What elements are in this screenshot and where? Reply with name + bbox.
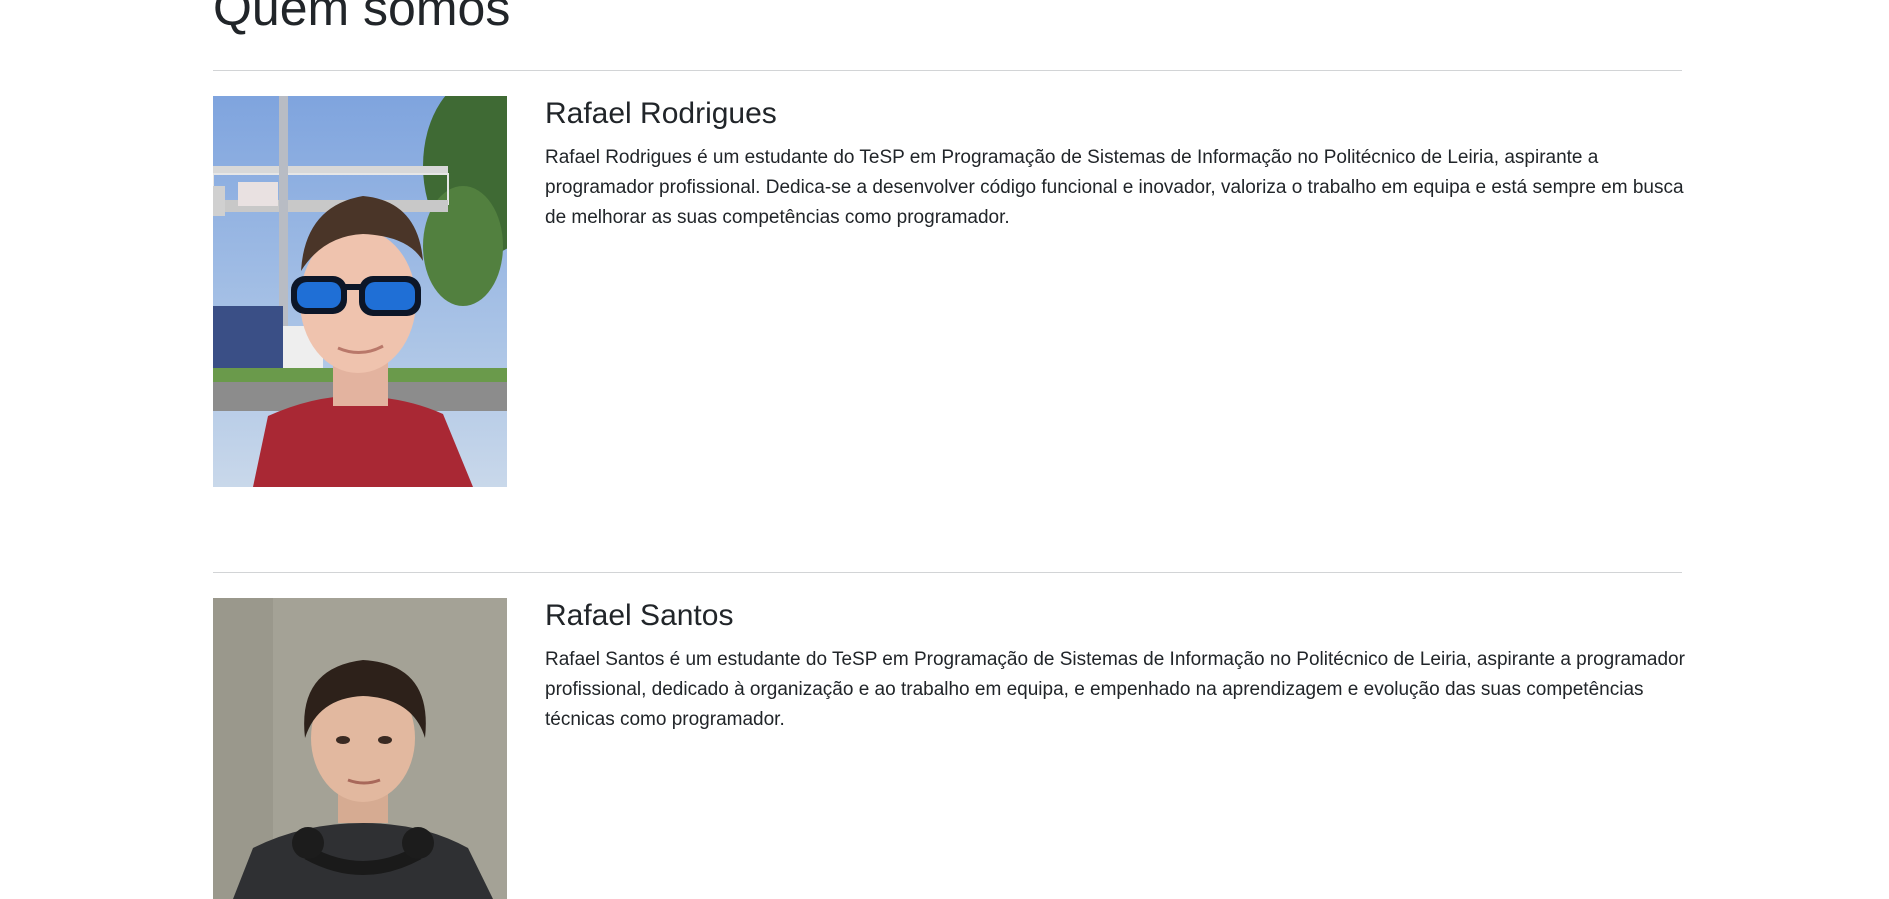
member-name: Rafael Santos [545,599,734,632]
member-photo-rafael-rodrigues [213,96,507,487]
member-bio: Rafael Rodrigues é um estudante do TeSP … [545,147,1684,228]
member-name: Rafael Rodrigues [545,97,777,130]
page-title: Quem somos [213,0,511,36]
member-bio: Rafael Santos é um estudante do TeSP em … [545,649,1685,730]
section-divider [213,572,1682,573]
section-divider [213,70,1682,71]
member-photo-rafael-santos [213,598,507,899]
portrait-photo-icon [213,96,507,487]
portrait-photo-icon [213,598,507,899]
